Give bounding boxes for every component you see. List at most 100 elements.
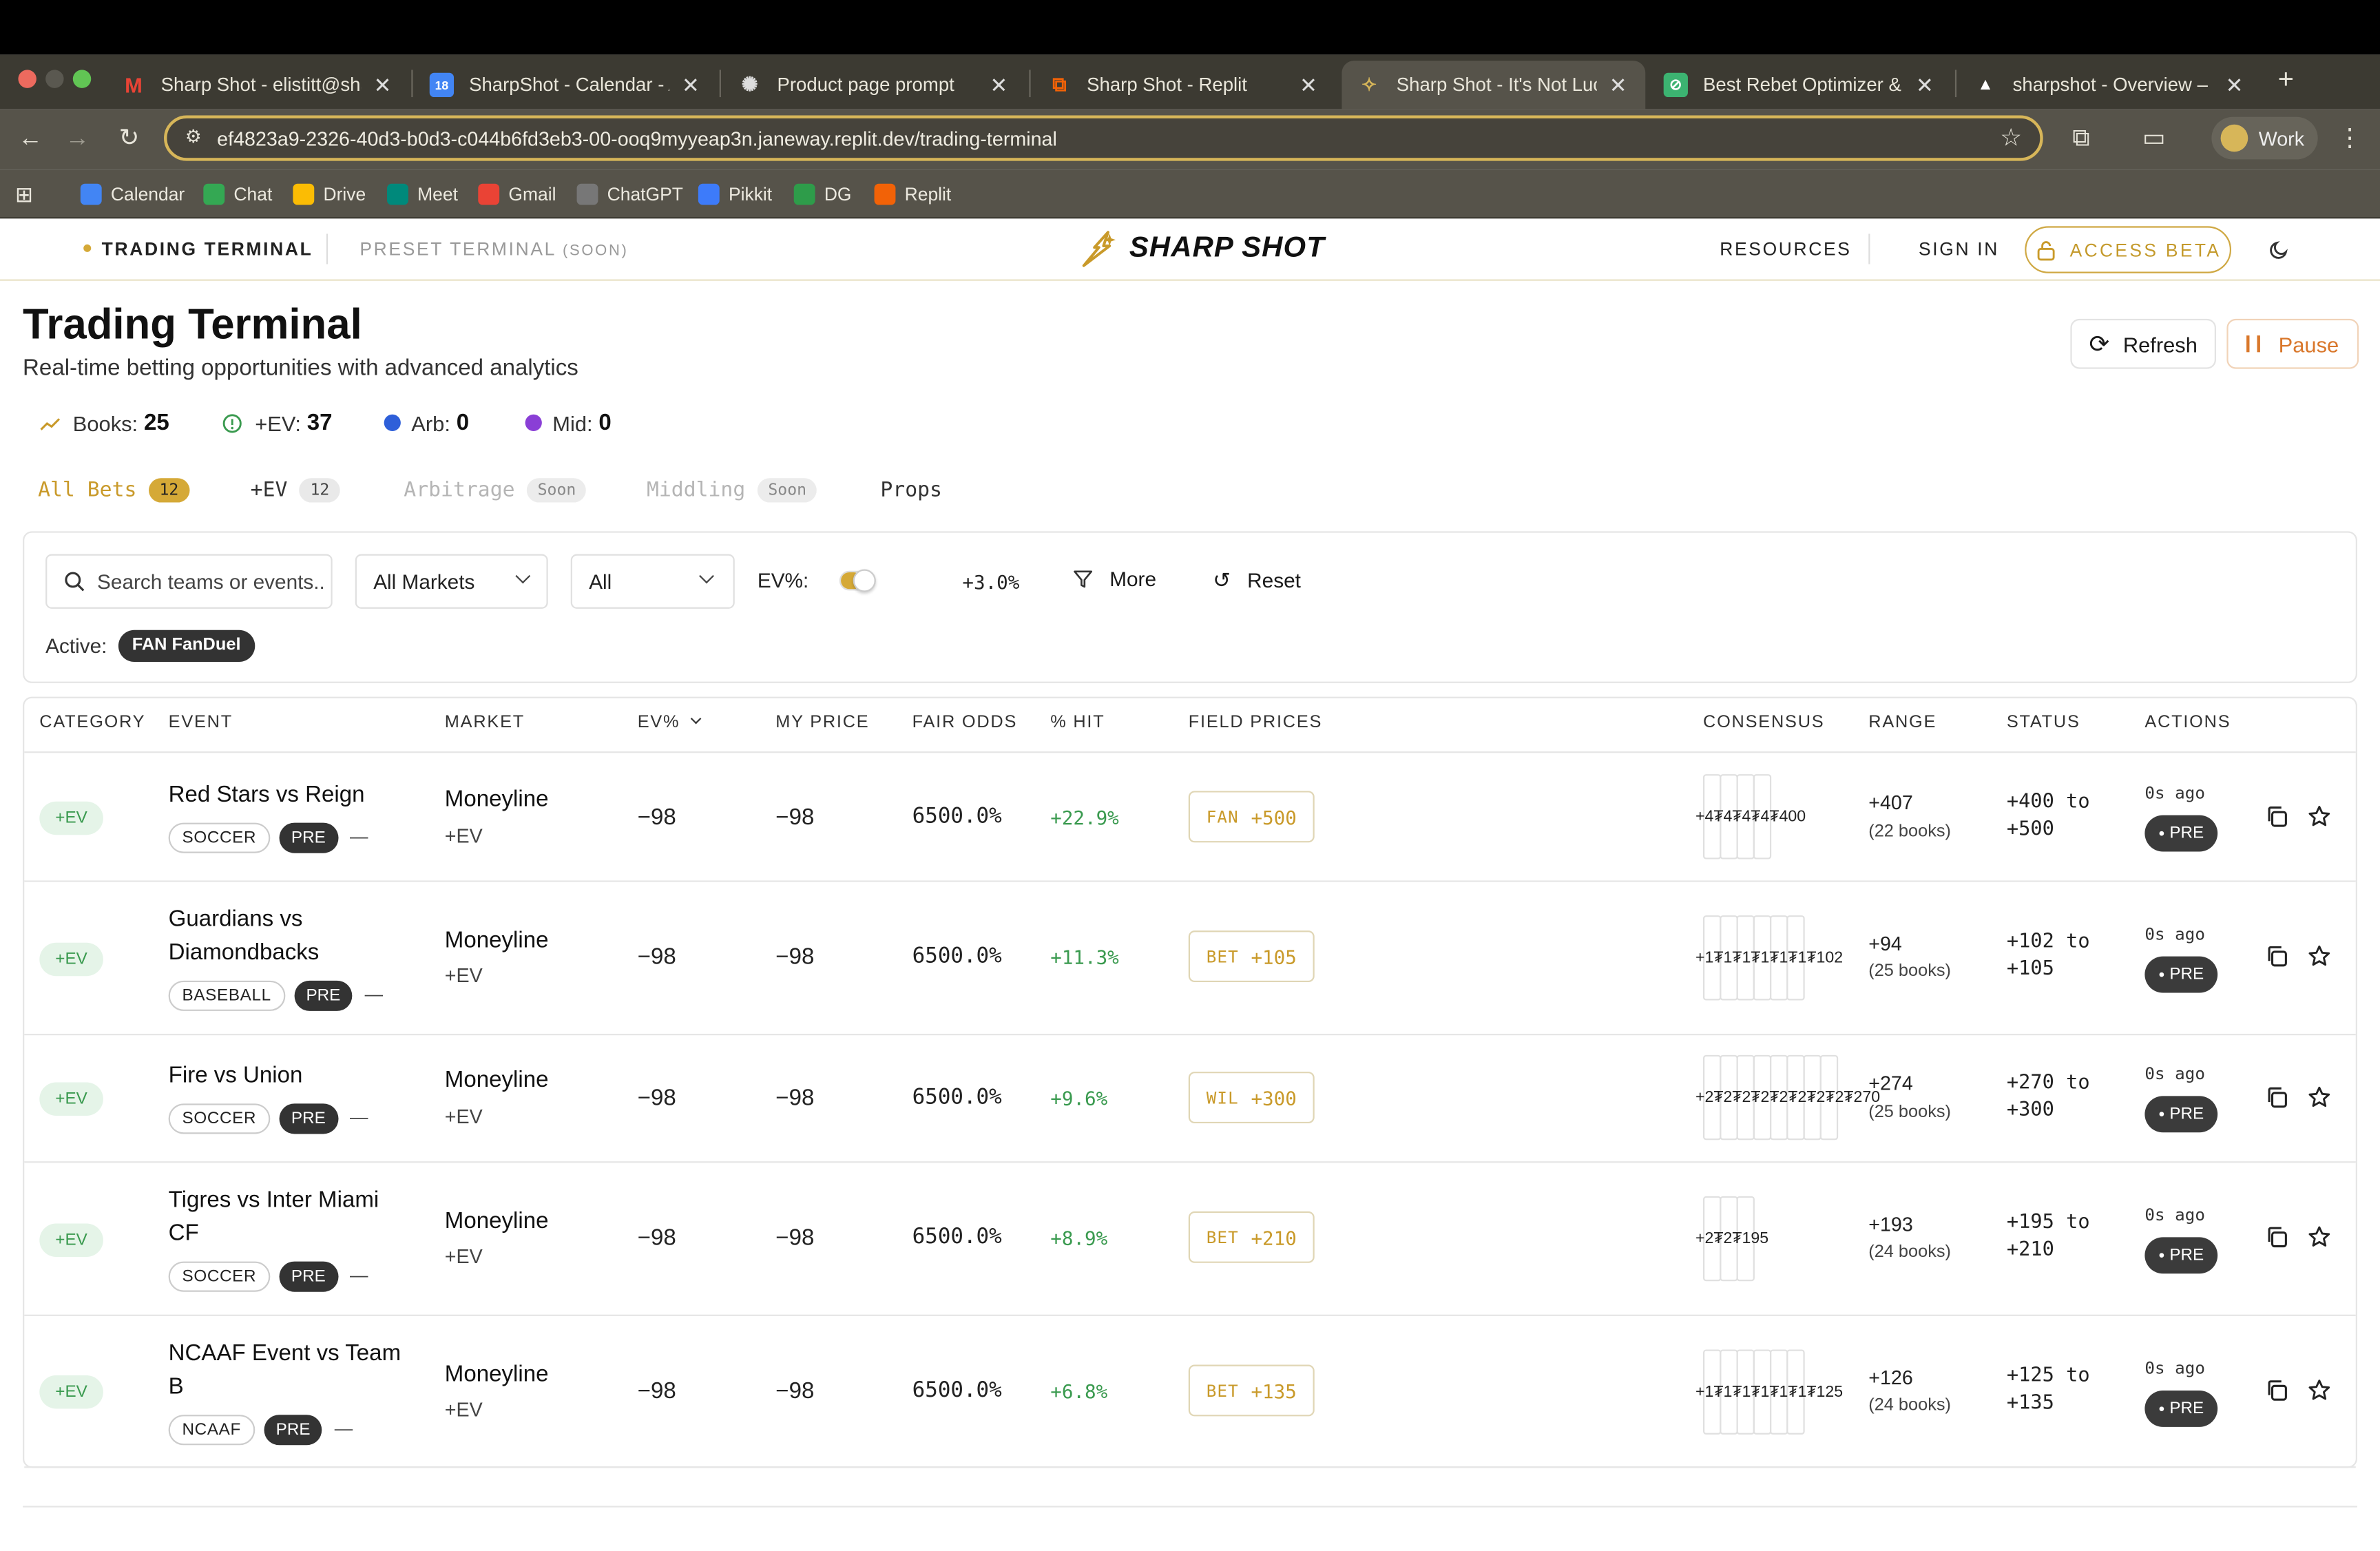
- updated-ago: 0s ago: [2144, 1205, 2206, 1225]
- bookmark-calendar[interactable]: Calendar: [80, 180, 185, 208]
- consensus-label: +2₮2₮2₮2₮2₮2₮2₮2₮270: [1695, 1088, 1881, 1107]
- copy-icon[interactable]: [2265, 804, 2293, 832]
- dark-mode-moon-icon[interactable]: [2269, 238, 2290, 260]
- zoom-window-button[interactable]: [72, 70, 92, 88]
- sharpshot-icon: ✧: [1361, 74, 1377, 96]
- type-select[interactable]: All: [570, 554, 735, 609]
- site-info-icon[interactable]: ⚙: [185, 126, 202, 147]
- close-tab-icon[interactable]: ✕: [1912, 72, 1937, 98]
- bookmark-star-icon[interactable]: ☆: [2000, 123, 2022, 154]
- field-price-chip[interactable]: BET +135: [1188, 1364, 1315, 1417]
- close-tab-icon[interactable]: ✕: [678, 72, 702, 98]
- forward-icon[interactable]: →: [62, 125, 92, 155]
- ev-threshold-slider[interactable]: [839, 569, 876, 592]
- col-header-ev[interactable]: EV%: [638, 713, 702, 731]
- star-icon[interactable]: [2307, 1378, 2335, 1406]
- book-code: BET: [1206, 1380, 1239, 1401]
- bookmark-replit[interactable]: Replit: [874, 180, 951, 208]
- market-sub: +EV: [444, 1105, 483, 1128]
- star-icon[interactable]: [2307, 1085, 2335, 1113]
- market-select[interactable]: All Markets: [355, 554, 548, 609]
- refresh-button[interactable]: ⟳ Refresh: [2070, 318, 2216, 369]
- pause-button[interactable]: Pause: [2226, 318, 2359, 369]
- ev-value: −98: [637, 1085, 676, 1112]
- search-input[interactable]: Search teams or events...: [45, 554, 333, 609]
- star-icon[interactable]: [2307, 804, 2335, 832]
- field-price-chip[interactable]: WIL +300: [1188, 1072, 1315, 1124]
- field-price-chip[interactable]: BET +105: [1188, 930, 1315, 983]
- nav-sign-in[interactable]: SIGN IN: [1919, 238, 1999, 260]
- bookmark-label: DG: [824, 183, 852, 205]
- star-icon[interactable]: [2307, 1225, 2335, 1253]
- nav-trading-terminal[interactable]: TRADING TERMINAL: [102, 238, 313, 260]
- kebab-menu-icon[interactable]: ⋮: [2335, 125, 2365, 155]
- bookmark-drive[interactable]: Drive: [293, 180, 366, 208]
- bookmark-label: Meet: [417, 183, 458, 205]
- mid-dot-icon: [525, 414, 542, 431]
- field-price-chip[interactable]: FAN +500: [1188, 791, 1315, 843]
- book-price: +210: [1251, 1225, 1297, 1249]
- tab-arbitrage[interactable]: Arbitrage Soon: [404, 475, 587, 506]
- bookmark-gmail[interactable]: Gmail: [478, 180, 556, 208]
- chatgpt-icon: ✺: [741, 72, 758, 96]
- copy-icon[interactable]: [2265, 1378, 2293, 1406]
- meet-icon: [387, 183, 408, 205]
- browser-tab[interactable]: 18 SharpShot - Calendar - Au ✕: [415, 61, 718, 110]
- slider-knob[interactable]: [853, 569, 876, 592]
- close-tab-icon[interactable]: ✕: [2222, 72, 2246, 98]
- field-price-chip[interactable]: BET +210: [1188, 1211, 1315, 1263]
- bookmark-pikkit[interactable]: Pikkit: [698, 180, 772, 208]
- bookmark-dg[interactable]: DG: [793, 180, 852, 208]
- bookmark-chat[interactable]: Chat: [203, 180, 272, 208]
- tab-all-bets[interactable]: All Bets 12: [38, 475, 189, 506]
- minimize-window-button[interactable]: [45, 70, 64, 88]
- tab-middling[interactable]: Middling Soon: [647, 475, 817, 506]
- status-range: +102 to +105: [2007, 929, 2090, 983]
- more-filters-button[interactable]: More: [1073, 568, 1156, 590]
- reset-filters-button[interactable]: ↺ Reset: [1213, 568, 1301, 593]
- star-icon[interactable]: [2307, 944, 2335, 972]
- back-icon[interactable]: ←: [15, 125, 45, 155]
- browser-tab[interactable]: ✺ Product page prompt ✕: [722, 61, 1026, 110]
- close-window-button[interactable]: [18, 70, 36, 88]
- event-title-line: CF: [168, 1220, 199, 1247]
- tab-props[interactable]: Props: [880, 475, 942, 506]
- copy-icon[interactable]: [2265, 944, 2293, 972]
- copy-icon[interactable]: [2265, 1085, 2293, 1113]
- copy-icon[interactable]: [2265, 1225, 2293, 1253]
- close-tab-icon[interactable]: ✕: [1606, 72, 1630, 98]
- access-beta-button[interactable]: ACCESS BETA: [2025, 226, 2232, 273]
- range-books: (25 books): [1868, 1103, 1952, 1122]
- extensions-icon[interactable]: ⧉: [2066, 125, 2096, 155]
- refresh-icon: ⟳: [2089, 331, 2110, 358]
- browser-tab[interactable]: ▲ sharpshot - Overview – Ver ✕: [1958, 61, 2262, 110]
- close-tab-icon[interactable]: ✕: [1296, 72, 1320, 98]
- browser-tab-active[interactable]: ✧ Sharp Shot - It's Not Luck ✕: [1342, 61, 1646, 110]
- type-select-value: All: [589, 570, 612, 593]
- address-bar[interactable]: ⚙ ef4823a9-2326-40d3-b0d3-c044b6fd3eb3-0…: [164, 115, 2043, 161]
- tab-ev[interactable]: +EV 12: [251, 475, 340, 506]
- reload-icon[interactable]: ↻: [114, 125, 144, 155]
- nav-resources[interactable]: RESOURCES: [1720, 238, 1851, 260]
- lightning-star-icon: [1082, 231, 1116, 267]
- new-tab-icon[interactable]: +: [2271, 64, 2301, 94]
- bookmark-chatgpt[interactable]: ChatGPT: [576, 180, 683, 208]
- dg-icon: [793, 183, 815, 205]
- nav-preset-terminal[interactable]: PRESET TERMINAL (SOON): [359, 238, 628, 260]
- apps-grid-icon[interactable]: ⊞: [15, 180, 33, 208]
- browser-tab[interactable]: ⧉ Sharp Shot - Replit ✕: [1032, 61, 1336, 110]
- close-tab-icon[interactable]: ✕: [987, 72, 1011, 98]
- brand-logo[interactable]: SHARP SHOT: [1078, 228, 1325, 271]
- bookmark-meet[interactable]: Meet: [387, 180, 458, 208]
- browser-tab[interactable]: M Sharp Shot - elistitt@sharp ✕: [106, 61, 410, 110]
- close-tab-icon[interactable]: ✕: [370, 72, 395, 98]
- tab-search-icon[interactable]: ▭: [2139, 125, 2169, 155]
- status-badge-label: PRE: [2169, 1246, 2204, 1265]
- active-filter-chip[interactable]: FAN FanDuel: [118, 629, 255, 662]
- consensus-label: +1₮1₮1₮1₮1₮1₮125: [1695, 1382, 1844, 1402]
- stat-label: Books:: [72, 410, 138, 435]
- profile-button[interactable]: Work: [2211, 116, 2318, 160]
- event-title: Guardians vs Diamondbacks: [169, 903, 320, 970]
- event-title-line: B: [168, 1373, 184, 1400]
- browser-tab[interactable]: ⊘ Best Rebet Optimizer & Too ✕: [1649, 61, 1952, 110]
